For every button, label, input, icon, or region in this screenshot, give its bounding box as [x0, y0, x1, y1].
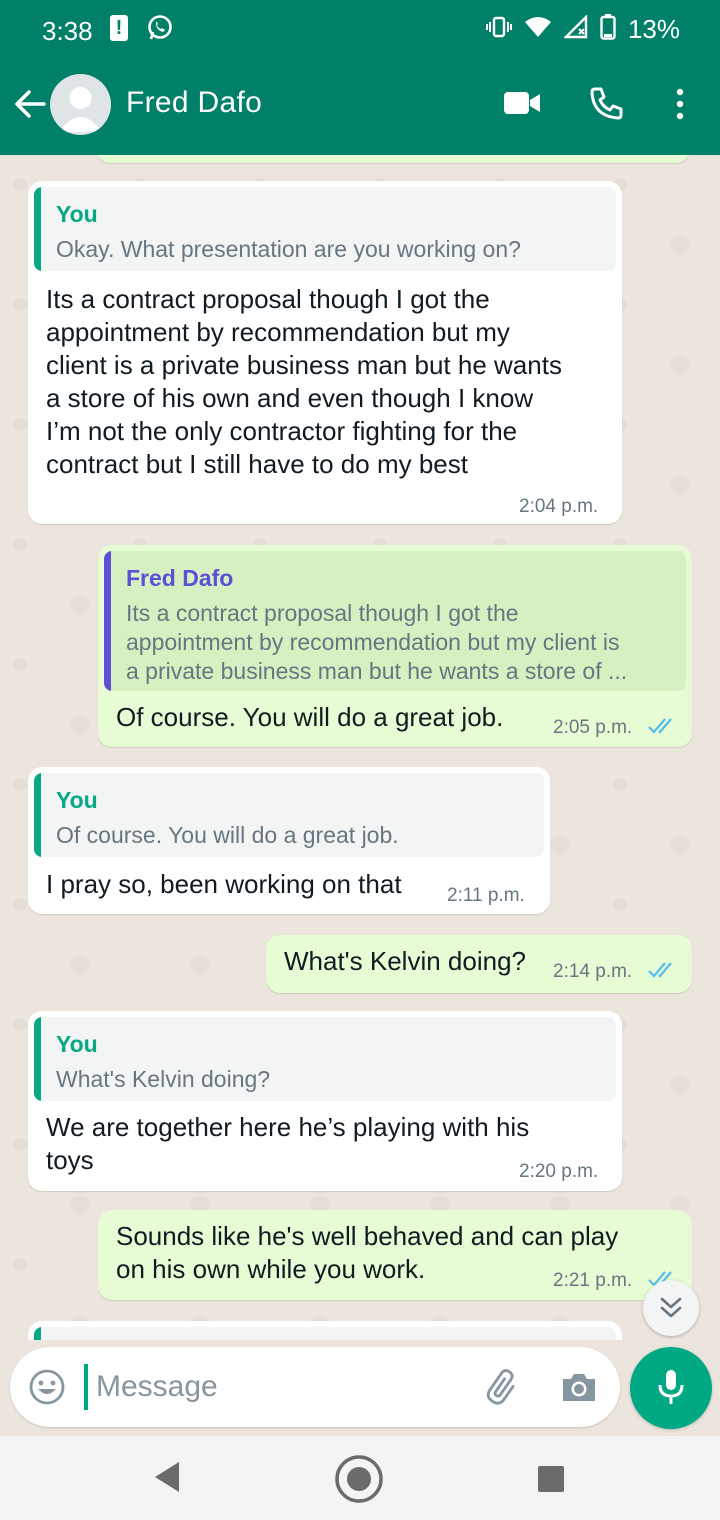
nav-recents-icon[interactable]: [538, 1466, 564, 1492]
voice-call-icon[interactable]: [588, 86, 624, 127]
contact-name[interactable]: Fred Dafo: [126, 86, 262, 120]
message-text: Sounds like he's well behaved and can pl…: [116, 1221, 619, 1284]
quoted-reply: [34, 1327, 616, 1340]
read-ticks-icon: [648, 717, 678, 740]
scroll-to-bottom-button[interactable]: [643, 1280, 699, 1336]
alert-notification-icon: !: [110, 15, 128, 41]
reply-author: Fred Dafo: [126, 565, 234, 591]
message-time: 2:20 p.m.: [519, 1161, 599, 1182]
reply-text: Okay. What presentation are you working …: [56, 236, 521, 262]
quoted-reply[interactable]: Fred Dafo Its a contract proposal though…: [104, 551, 686, 691]
message-text: Its a contract proposal though I got the…: [46, 284, 562, 479]
double-chevron-down-icon: [659, 1295, 683, 1326]
quoted-reply[interactable]: You What's Kelvin doing?: [34, 1017, 616, 1101]
message-text: I pray so, been working on that: [46, 869, 402, 899]
quoted-reply[interactable]: You Okay. What presentation are you work…: [34, 187, 616, 271]
message-time: 2:11 p.m.: [447, 885, 525, 906]
app-bar: Fred Dafo: [0, 58, 720, 155]
system-nav-bar: [0, 1436, 720, 1520]
message-bubble-incoming[interactable]: You What's Kelvin doing? We are together…: [28, 1011, 622, 1191]
reply-accent-bar: [34, 773, 41, 857]
message-time: 2:05 p.m.: [553, 717, 633, 738]
mic-icon: [657, 1369, 685, 1412]
battery-percent: 13%: [627, 14, 680, 44]
reply-author: You: [56, 201, 98, 227]
wifi-icon: [524, 16, 552, 43]
message-bubble-partial: [28, 1321, 622, 1340]
whatsapp-notification-icon: [146, 14, 174, 47]
message-time: 2:14 p.m.: [553, 961, 633, 982]
status-bar: 3:38 ! 13%: [0, 0, 720, 58]
reply-author: You: [56, 1031, 98, 1057]
reply-accent-bar: [34, 1327, 41, 1340]
message-bubble-incoming[interactable]: You Okay. What presentation are you work…: [28, 181, 622, 524]
emoji-icon[interactable]: [28, 1368, 66, 1411]
nav-home-icon[interactable]: [334, 1454, 384, 1509]
nav-back-icon[interactable]: [152, 1460, 182, 1499]
camera-icon[interactable]: [560, 1370, 598, 1409]
reply-text: What's Kelvin doing?: [56, 1066, 271, 1092]
reply-text: Of course. You will do a great job.: [56, 822, 399, 848]
battery-icon: [600, 14, 616, 45]
status-time: 3:38: [42, 16, 93, 46]
message-text: We are together here he’s playing with h…: [46, 1112, 530, 1175]
message-bubble-outgoing[interactable]: Fred Dafo Its a contract proposal though…: [98, 545, 692, 747]
more-options-icon[interactable]: [670, 86, 690, 127]
quoted-reply[interactable]: You Of course. You will do a great job.: [34, 773, 544, 857]
message-bubble-incoming[interactable]: You Of course. You will do a great job. …: [28, 767, 550, 914]
reply-accent-bar: [104, 551, 111, 691]
message-bubble-outgoing[interactable]: What's Kelvin doing? 2:14 p.m.: [266, 935, 692, 993]
reply-accent-bar: [34, 187, 41, 271]
chat-area[interactable]: You Okay. What presentation are you work…: [0, 155, 720, 1340]
voice-message-button[interactable]: [630, 1347, 712, 1429]
avatar[interactable]: [50, 74, 111, 135]
message-bubble-outgoing[interactable]: Sounds like he's well behaved and can pl…: [98, 1210, 692, 1300]
message-time: 2:21 p.m.: [553, 1270, 633, 1291]
reply-accent-bar: [34, 1017, 41, 1101]
chat-header: 3:38 ! 13% Fred Dafo: [0, 0, 720, 155]
message-composer: [10, 1347, 620, 1427]
signal-icon: [563, 14, 588, 44]
message-text: Of course. You will do a great job.: [116, 702, 504, 732]
message-time: 2:04 p.m.: [519, 496, 599, 517]
message-input[interactable]: [96, 1363, 476, 1411]
video-call-icon[interactable]: [502, 88, 542, 123]
message-text: What's Kelvin doing?: [284, 946, 526, 976]
message-bubble-partial: [96, 155, 690, 163]
attach-icon[interactable]: [485, 1368, 523, 1411]
reply-author: You: [56, 787, 98, 813]
text-cursor: [84, 1364, 88, 1410]
back-arrow-icon[interactable]: [10, 84, 50, 124]
reply-text: Its a contract proposal though I got the…: [126, 600, 628, 684]
read-ticks-icon: [648, 961, 678, 984]
vibrate-icon: [485, 15, 512, 44]
